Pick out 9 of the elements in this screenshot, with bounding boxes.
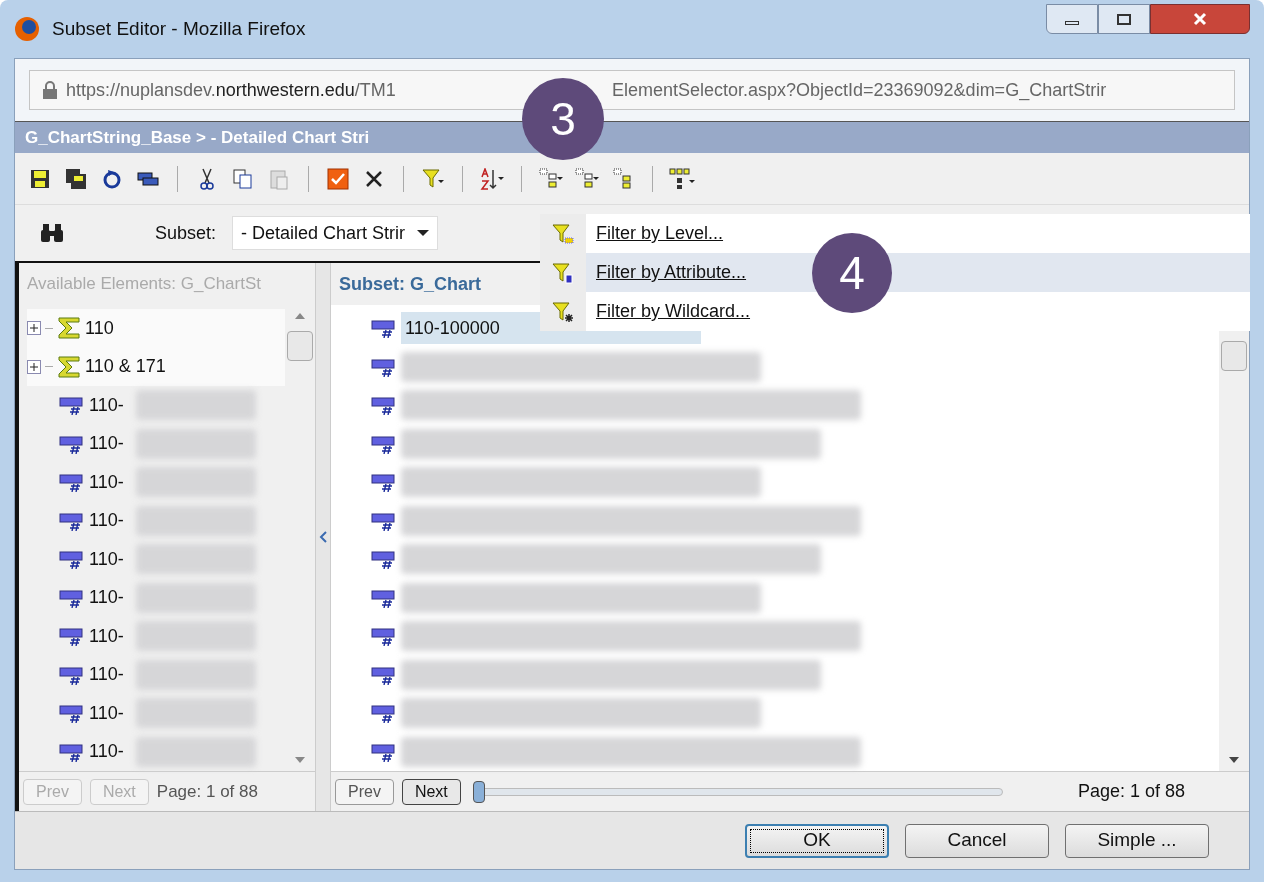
window-title: Subset Editor - Mozilla Firefox: [52, 16, 306, 41]
url-text: ElementSelector.aspx?ObjectId=23369092&dim=G_ChartStrir: [611, 78, 1107, 103]
subset-label: Subset:: [155, 221, 217, 245]
panel-title: Available Elements: G_ChartSt: [27, 273, 262, 296]
url-text: https://nuplansdev.northwestern.edu/TM1: [66, 78, 396, 102]
breadcrumb-text: G_ChartString_Base > - Detailed Chart Stri: [25, 126, 370, 149]
panel-title: Subset: G_Chart: [339, 272, 482, 296]
page-indicator: Page: 1 of 88: [1077, 780, 1185, 803]
page-indicator: Page: 1 of 88: [156, 780, 258, 803]
